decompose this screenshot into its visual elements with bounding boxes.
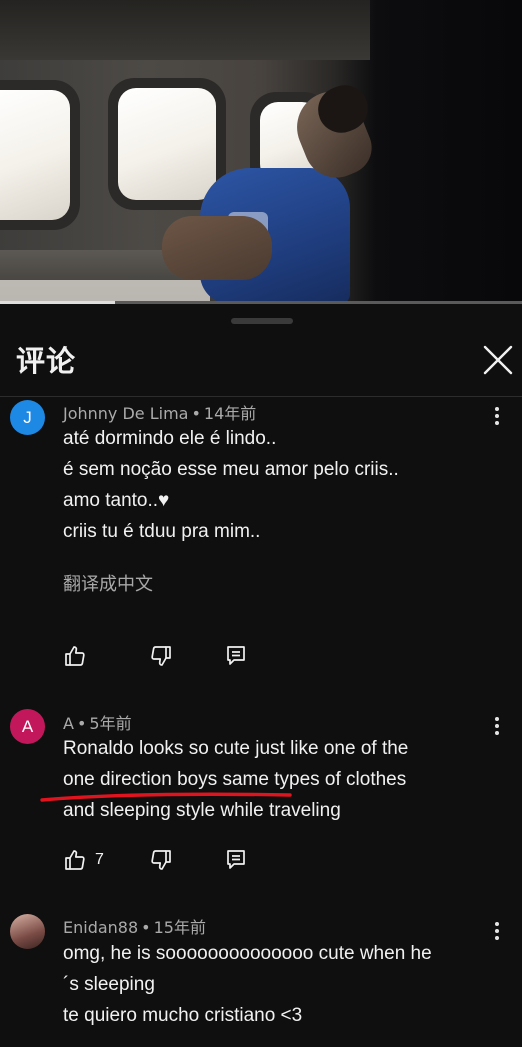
airplane-window (0, 80, 80, 230)
close-button[interactable] (480, 342, 516, 378)
comment-line: criis tu é tduu pra mim.. (63, 521, 261, 542)
comment-author[interactable]: Enidan88 (63, 918, 138, 937)
video-player[interactable] (0, 0, 522, 304)
more-vertical-icon (490, 922, 504, 940)
comment-author[interactable]: Johnny De Lima (63, 404, 188, 423)
thumbs-up-icon (65, 646, 85, 666)
dislike-button[interactable] (149, 643, 173, 669)
comment-meta: A • 5年前 (63, 710, 132, 734)
more-vertical-icon (490, 407, 504, 425)
red-underline-annotation (40, 792, 292, 802)
cabin-ceiling (0, 0, 370, 60)
more-options-button[interactable] (490, 920, 504, 942)
comment-line: até dormindo ele é lindo.. (63, 428, 277, 449)
comment-time: 5年前 (89, 714, 132, 733)
translate-link[interactable]: 翻译成中文 (63, 570, 153, 596)
close-icon (483, 345, 513, 375)
reply-icon (227, 850, 245, 869)
comment-line: one direction boys same types of clothes (63, 769, 407, 790)
comment-time: 15年前 (153, 918, 206, 937)
comment-meta: Enidan88 • 15年前 (63, 914, 206, 938)
comment-line: te quiero mucho cristiano <3 (63, 1005, 303, 1026)
comment-text: omg, he is soooooooooooooo cute when he … (63, 938, 432, 1031)
reply-icon (227, 646, 245, 665)
like-button[interactable] (63, 643, 87, 669)
comment-line: omg, he is soooooooooooooo cute when he (63, 943, 432, 964)
drag-handle[interactable] (231, 318, 293, 324)
comment-line: Ronaldo looks so cute just like one of t… (63, 738, 409, 759)
comment-text: Ronaldo looks so cute just like one of t… (63, 733, 408, 826)
comments-panel: 评论 J Johnny De Lima • 14年前 até dormindo el… (0, 304, 522, 1047)
more-options-button[interactable] (490, 405, 504, 427)
like-count: 7 (95, 851, 104, 868)
avatar[interactable]: J (10, 400, 45, 435)
thumbs-up-icon (65, 850, 85, 870)
panel-title: 评论 (16, 344, 77, 378)
comment-line: é sem noção esse meu amor pelo criis.. (63, 459, 399, 480)
thumbs-down-icon (151, 646, 171, 666)
avatar[interactable] (10, 914, 45, 949)
comment-time: 14年前 (203, 404, 257, 423)
comment-author[interactable]: A (63, 714, 74, 733)
meta-separator: • (191, 404, 201, 423)
comment-line: ´s sleeping (63, 974, 155, 995)
like-button[interactable]: 7 (63, 847, 104, 873)
reply-button[interactable] (226, 643, 246, 669)
panel-divider (0, 396, 522, 397)
comment-line: amo tanto..♥ (63, 490, 170, 511)
meta-separator: • (76, 714, 87, 733)
meta-separator: • (141, 918, 151, 937)
comment-meta: Johnny De Lima • 14年前 (63, 400, 256, 424)
avatar[interactable]: A (10, 709, 45, 744)
more-options-button[interactable] (490, 715, 504, 737)
sleeping-person-arms (162, 216, 272, 280)
thumbs-down-icon (151, 850, 171, 870)
comment-text: até dormindo ele é lindo.. é sem noção e… (63, 423, 399, 547)
dislike-button[interactable] (149, 847, 173, 873)
reply-button[interactable] (226, 847, 246, 873)
more-vertical-icon (490, 717, 504, 735)
